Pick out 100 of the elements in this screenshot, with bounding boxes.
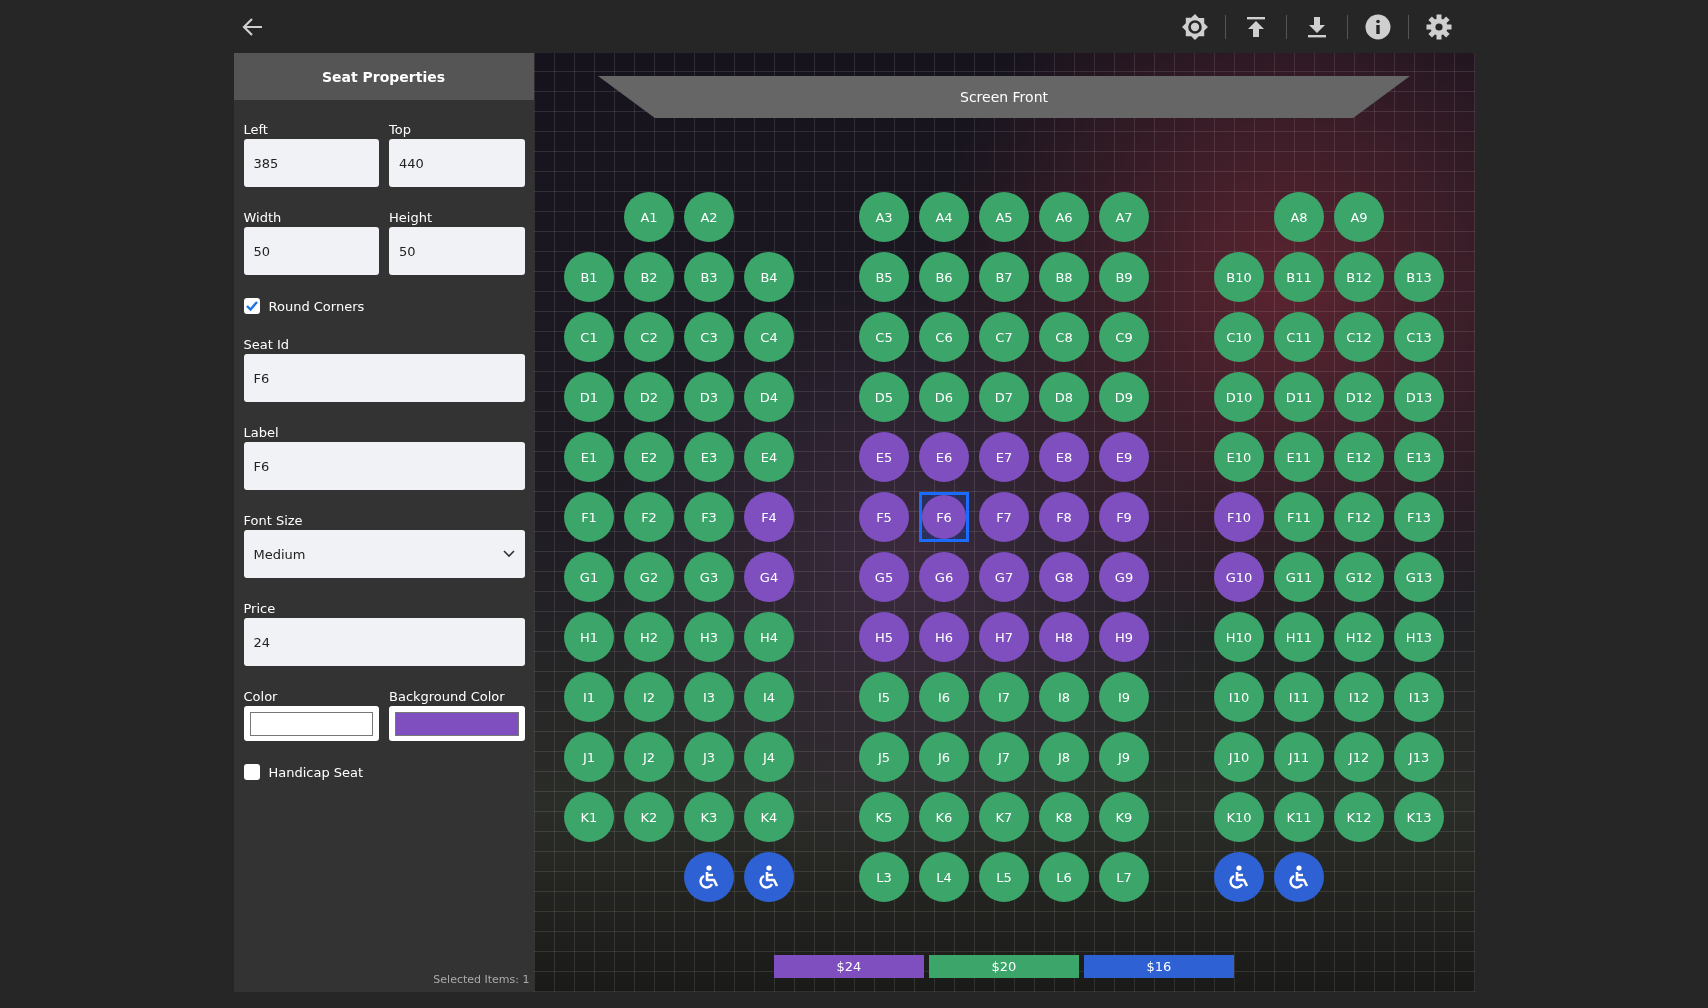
seat[interactable]: J3 [684,732,734,782]
seat[interactable]: G8 [1039,552,1089,602]
seat[interactable]: B9 [1099,252,1149,302]
seat[interactable]: D3 [684,372,734,422]
seat[interactable]: D7 [979,372,1029,422]
wheelchair-seat[interactable] [744,852,794,902]
seat[interactable]: A9 [1334,192,1384,242]
seat[interactable]: H8 [1039,612,1089,662]
seat[interactable]: G2 [624,552,674,602]
seat[interactable]: G13 [1394,552,1444,602]
seat[interactable]: B11 [1274,252,1324,302]
seat[interactable]: K7 [979,792,1029,842]
seat[interactable]: K10 [1214,792,1264,842]
seat[interactable]: L4 [919,852,969,902]
seat[interactable]: E6 [919,432,969,482]
input-field[interactable]: F6 [243,354,525,402]
seat[interactable]: B5 [859,252,909,302]
seat[interactable]: E5 [859,432,909,482]
seat[interactable]: D5 [859,372,909,422]
seat[interactable]: F13 [1394,492,1444,542]
seat[interactable]: J10 [1214,732,1264,782]
seat[interactable]: I11 [1274,672,1324,722]
seat[interactable]: C11 [1274,312,1324,362]
seat[interactable]: E11 [1274,432,1324,482]
seat[interactable]: J13 [1394,732,1444,782]
seat[interactable]: I9 [1099,672,1149,722]
seat[interactable]: J5 [859,732,909,782]
seat[interactable]: F11 [1274,492,1324,542]
seat[interactable]: C6 [919,312,969,362]
seat[interactable]: C3 [684,312,734,362]
seat[interactable]: B10 [1214,252,1264,302]
seat[interactable]: G12 [1334,552,1384,602]
seat[interactable]: D9 [1099,372,1149,422]
seat[interactable]: E10 [1214,432,1264,482]
seat[interactable]: F2 [624,492,674,542]
seat[interactable]: E9 [1099,432,1149,482]
seat[interactable]: K1 [564,792,614,842]
seat[interactable]: B8 [1039,252,1089,302]
seat[interactable]: C2 [624,312,674,362]
seat[interactable]: H12 [1334,612,1384,662]
input-field[interactable]: 385 [243,139,379,187]
seat[interactable]: K9 [1099,792,1149,842]
seat[interactable]: D12 [1334,372,1384,422]
seat[interactable]: E13 [1394,432,1444,482]
input-field[interactable]: 440 [389,139,525,187]
seat[interactable]: D11 [1274,372,1324,422]
wheelchair-seat[interactable] [684,852,734,902]
seat[interactable]: B3 [684,252,734,302]
checkbox[interactable] [243,764,260,780]
seat[interactable]: I2 [624,672,674,722]
seat[interactable]: D2 [624,372,674,422]
seat[interactable]: E12 [1334,432,1384,482]
seat[interactable]: E3 [684,432,734,482]
seat[interactable]: G9 [1099,552,1149,602]
seat[interactable]: K3 [684,792,734,842]
seat[interactable]: A2 [684,192,734,242]
seat[interactable]: B4 [744,252,794,302]
seat[interactable]: B13 [1394,252,1444,302]
seat[interactable]: C10 [1214,312,1264,362]
seat[interactable]: E7 [979,432,1029,482]
seat[interactable]: L6 [1039,852,1089,902]
seat[interactable]: H11 [1274,612,1324,662]
seat[interactable]: J11 [1274,732,1324,782]
seat[interactable]: D6 [919,372,969,422]
input-field[interactable]: 50 [389,227,525,275]
seat[interactable]: G5 [859,552,909,602]
seat[interactable]: H4 [744,612,794,662]
seat[interactable]: I8 [1039,672,1089,722]
seat[interactable]: I10 [1214,672,1264,722]
seat[interactable]: G11 [1274,552,1324,602]
seat[interactable]: K11 [1274,792,1324,842]
seat[interactable]: B12 [1334,252,1384,302]
seat[interactable]: J6 [919,732,969,782]
seat[interactable]: A7 [1099,192,1149,242]
seat[interactable]: A5 [979,192,1029,242]
seat[interactable]: F3 [684,492,734,542]
seat[interactable]: C13 [1394,312,1444,362]
seat[interactable]: G10 [1214,552,1264,602]
seat[interactable]: B7 [979,252,1029,302]
seat[interactable]: F6 [922,495,966,539]
input-field[interactable]: F6 [243,442,525,490]
seat[interactable]: F1 [564,492,614,542]
seat[interactable]: G4 [744,552,794,602]
select-field[interactable]: Medium [243,530,525,578]
seat[interactable]: D10 [1214,372,1264,422]
color-picker[interactable] [389,706,525,741]
seat[interactable]: C1 [564,312,614,362]
seat[interactable]: H6 [919,612,969,662]
seat[interactable]: C4 [744,312,794,362]
seat[interactable]: H1 [564,612,614,662]
seat[interactable]: D8 [1039,372,1089,422]
seat[interactable]: F5 [859,492,909,542]
seat[interactable]: G6 [919,552,969,602]
seat[interactable]: A6 [1039,192,1089,242]
seat[interactable]: F9 [1099,492,1149,542]
seat[interactable]: H10 [1214,612,1264,662]
seat[interactable]: J12 [1334,732,1384,782]
seat[interactable]: H3 [684,612,734,662]
checkbox[interactable] [243,298,260,314]
seat[interactable]: K12 [1334,792,1384,842]
